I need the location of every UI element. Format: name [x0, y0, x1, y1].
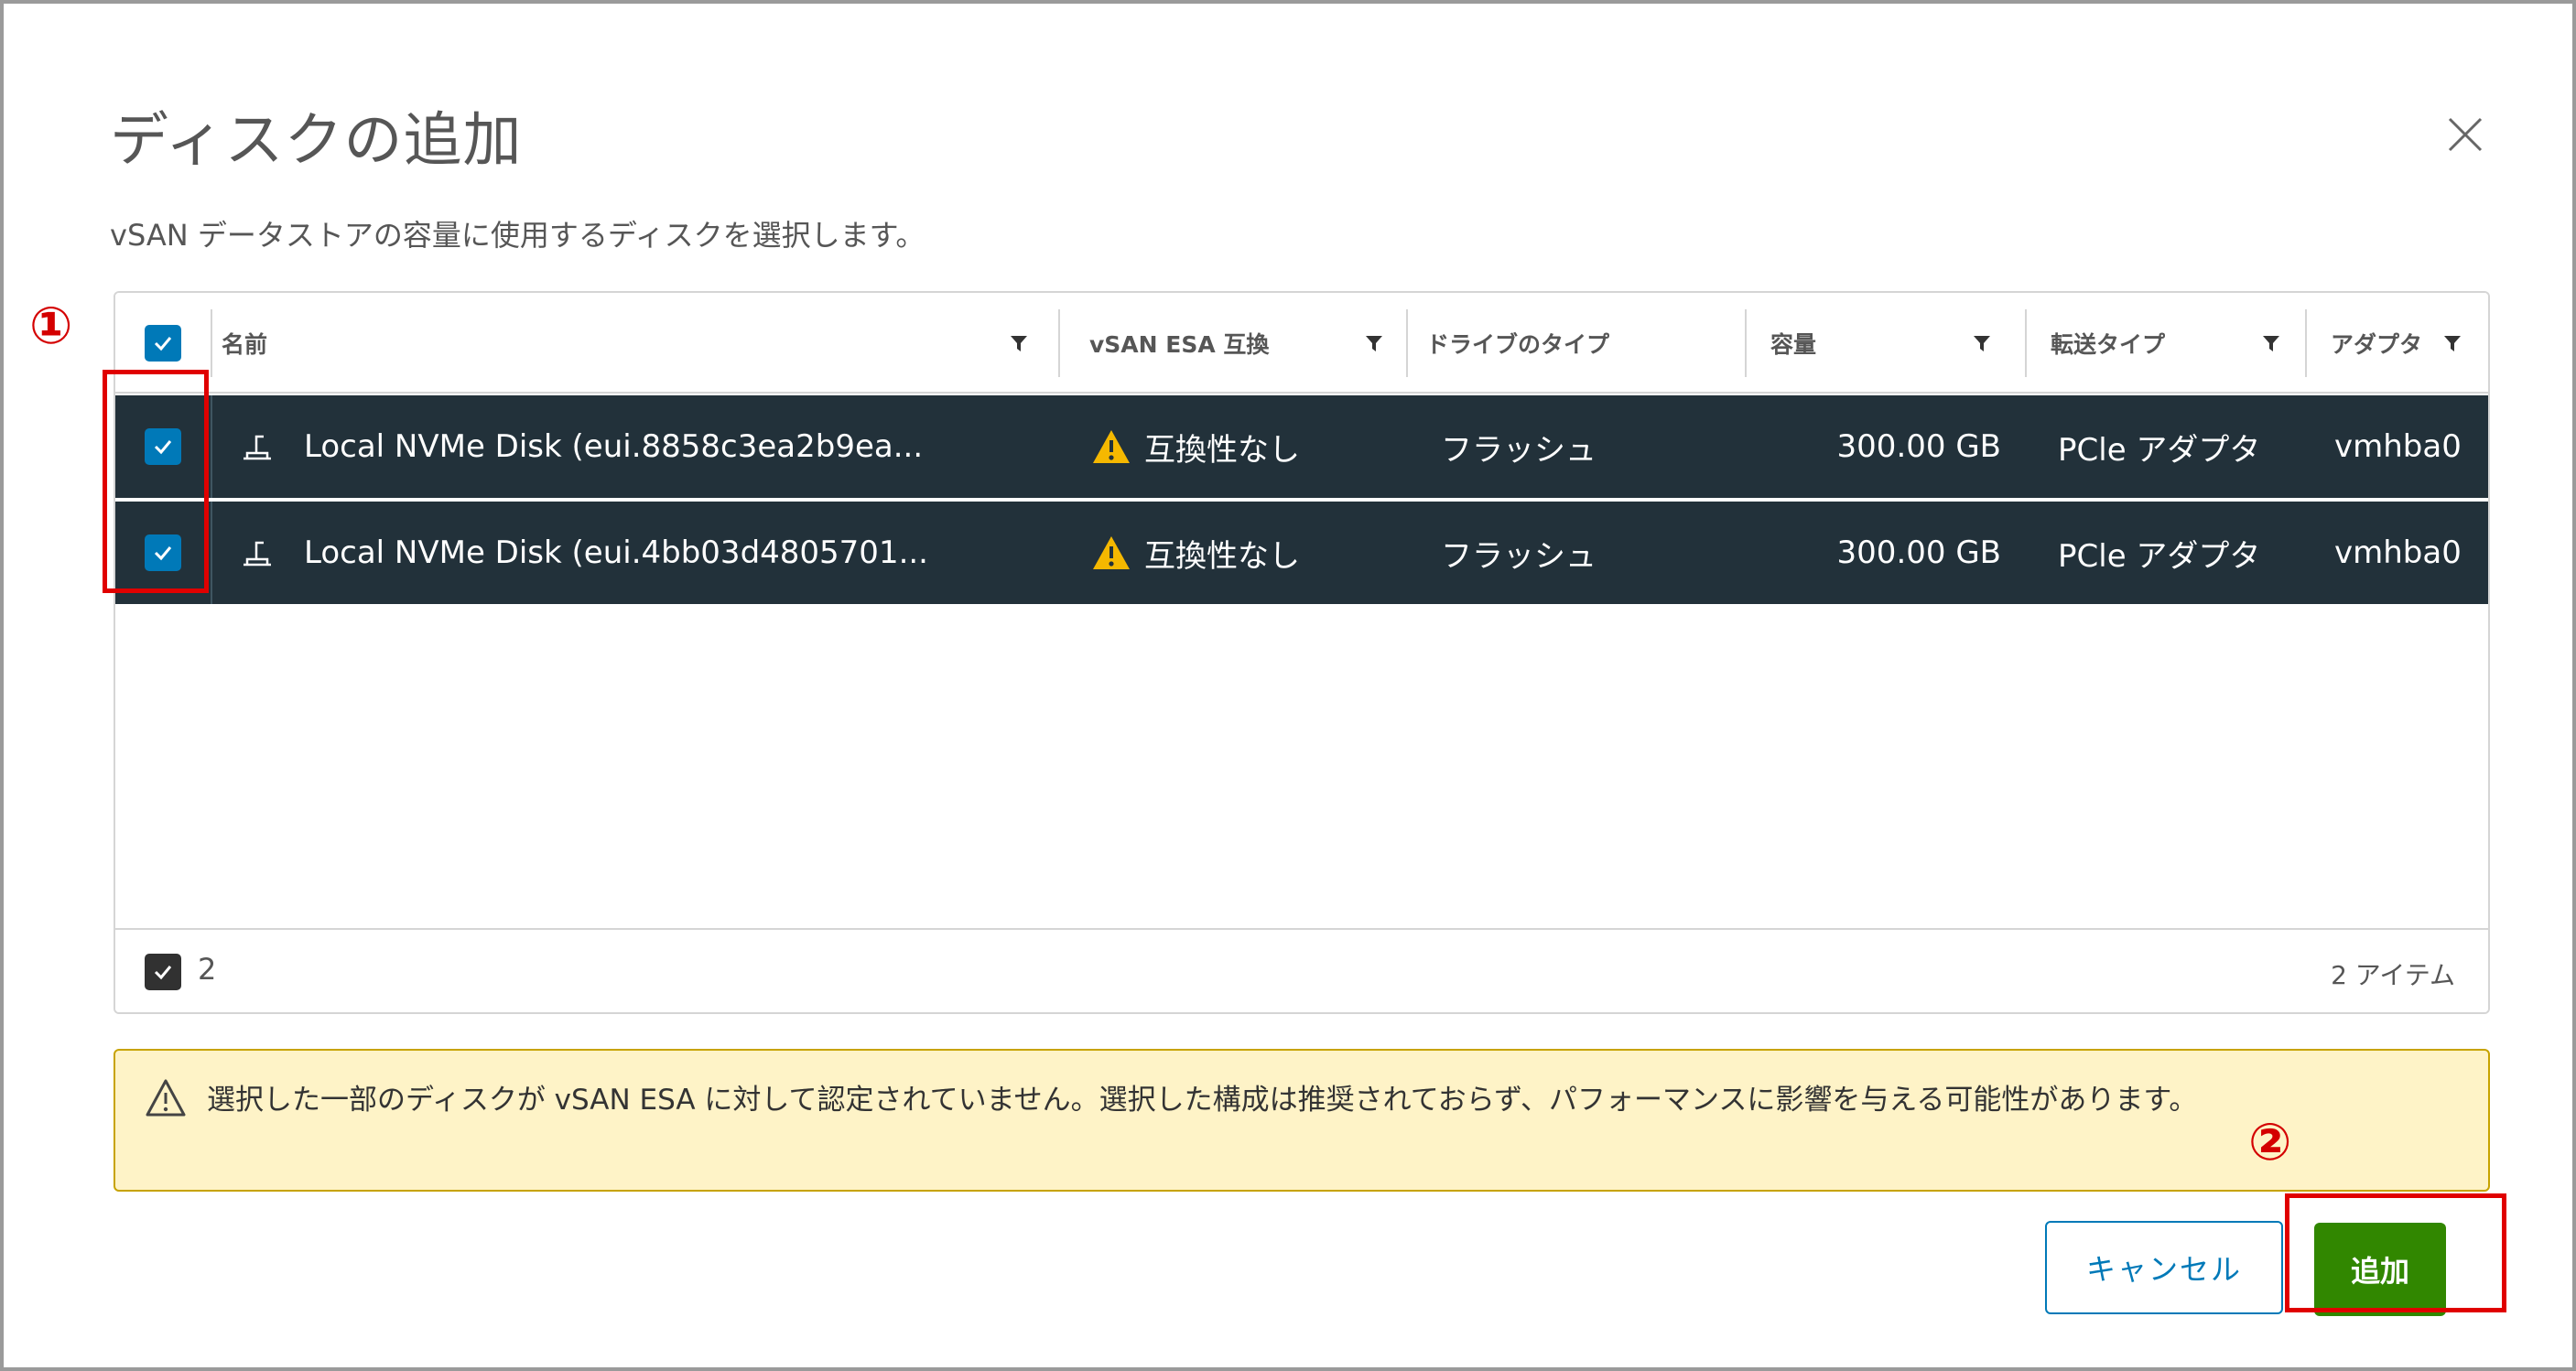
drive-type-cell: フラッシュ [1441, 431, 1596, 469]
selection-count-icon [145, 954, 181, 990]
table-row[interactable]: Local NVMe Disk (eui.8858c3ea2b9ea... 互換… [115, 395, 2488, 498]
filter-icon[interactable] [2257, 329, 2285, 357]
disk-name-cell: Local NVMe Disk (eui.8858c3ea2b9ea... [238, 395, 1044, 498]
column-header-label: vSAN ESA 互換 [1089, 331, 1270, 358]
annotation-box-add-button [2285, 1193, 2506, 1312]
close-icon[interactable] [2442, 112, 2488, 157]
capacity-cell: 300.00 GB [1836, 534, 2001, 571]
column-header-vsan-esa-compat[interactable]: vSAN ESA 互換 [1089, 293, 1410, 394]
warning-alert: 選択した一部のディスクが vSAN ESA に対して認定されていません。選択した… [114, 1049, 2490, 1192]
warning-icon [1093, 430, 1130, 463]
annotation-box-checkboxes [103, 370, 209, 593]
column-header-adapter[interactable]: アダプタ [2331, 293, 2488, 394]
column-header-drive-type[interactable]: ドライブのタイプ [1426, 293, 1737, 394]
disk-name: Local NVMe Disk (eui.8858c3ea2b9ea... [304, 428, 924, 465]
filter-icon[interactable] [2439, 329, 2466, 357]
column-separator [1058, 309, 1060, 377]
annotation-number-1: ① [29, 297, 73, 356]
adapter-cell: vmhba0 [2334, 534, 2462, 571]
column-separator [1745, 309, 1747, 377]
compat-cell: 互換性なし [1091, 395, 1402, 498]
column-separator [2025, 309, 2027, 377]
drive-type-cell: フラッシュ [1441, 537, 1596, 575]
column-header-label: 容量 [1770, 331, 1817, 358]
column-header-name[interactable]: 名前 [222, 293, 1055, 394]
column-header-label: 名前 [222, 331, 268, 358]
add-disk-dialog: ディスクの追加 vSAN データストアの容量に使用するディスクを選択します。 名… [15, 22, 2558, 1351]
table-row[interactable]: Local NVMe Disk (eui.4bb03d4805701... 互換… [115, 502, 2488, 604]
filter-icon[interactable] [1968, 329, 1996, 357]
filter-icon[interactable] [1005, 329, 1033, 357]
adapter-cell: vmhba0 [2334, 428, 2462, 465]
annotation-number-2: ② [2248, 1113, 2292, 1172]
disk-name-cell: Local NVMe Disk (eui.4bb03d4805701... [238, 502, 1044, 604]
compat-cell: 互換性なし [1091, 502, 1402, 604]
grid-header: 名前 vSAN ESA 互換 ドライブのタイプ 容量 転送タイプ アダプタ [115, 293, 2488, 394]
transport-cell: PCle アダプタ [2058, 537, 2261, 575]
capacity-cell: 300.00 GB [1836, 428, 2001, 465]
dialog-subtitle: vSAN データストアの容量に使用するディスクを選択します。 [110, 218, 925, 253]
disk-name: Local NVMe Disk (eui.4bb03d4805701... [304, 534, 928, 571]
screenshot-frame: ディスクの追加 vSAN データストアの容量に使用するディスクを選択します。 名… [0, 0, 2576, 1371]
disk-icon [244, 435, 271, 460]
column-header-capacity[interactable]: 容量 [1770, 293, 2018, 394]
compat-status: 互換性なし [1144, 537, 1300, 575]
selected-count: 2 [198, 952, 217, 987]
transport-cell: PCle アダプタ [2058, 431, 2261, 469]
warning-icon [146, 1079, 186, 1117]
check-icon [154, 337, 172, 351]
column-header-transport-type[interactable]: 転送タイプ [2051, 293, 2307, 394]
disk-grid: 名前 vSAN ESA 互換 ドライブのタイプ 容量 転送タイプ アダプタ Lo… [114, 291, 2490, 1014]
compat-status: 互換性なし [1144, 431, 1300, 469]
grid-footer: 2 2 アイテム [115, 928, 2488, 1012]
column-header-label: ドライブのタイプ [1426, 331, 1610, 358]
warning-message: 選択した一部のディスクが vSAN ESA に対して認定されていません。選択した… [207, 1084, 2198, 1117]
row-separator [211, 502, 212, 604]
column-separator [1406, 309, 1408, 377]
column-header-label: 転送タイプ [2051, 331, 2166, 358]
dialog-title: ディスクの追加 [110, 107, 523, 175]
filter-icon[interactable] [1360, 329, 1388, 357]
select-all-checkbox[interactable] [145, 325, 181, 362]
cancel-button[interactable]: キャンセル [2045, 1221, 2283, 1314]
item-count: 2 アイテム [2331, 960, 2455, 990]
column-header-label: アダプタ [2331, 331, 2423, 358]
warning-icon [1093, 536, 1130, 569]
check-icon [154, 966, 172, 980]
row-separator [211, 395, 212, 498]
column-separator [211, 309, 212, 377]
disk-icon [244, 541, 271, 567]
column-separator [2305, 309, 2307, 377]
